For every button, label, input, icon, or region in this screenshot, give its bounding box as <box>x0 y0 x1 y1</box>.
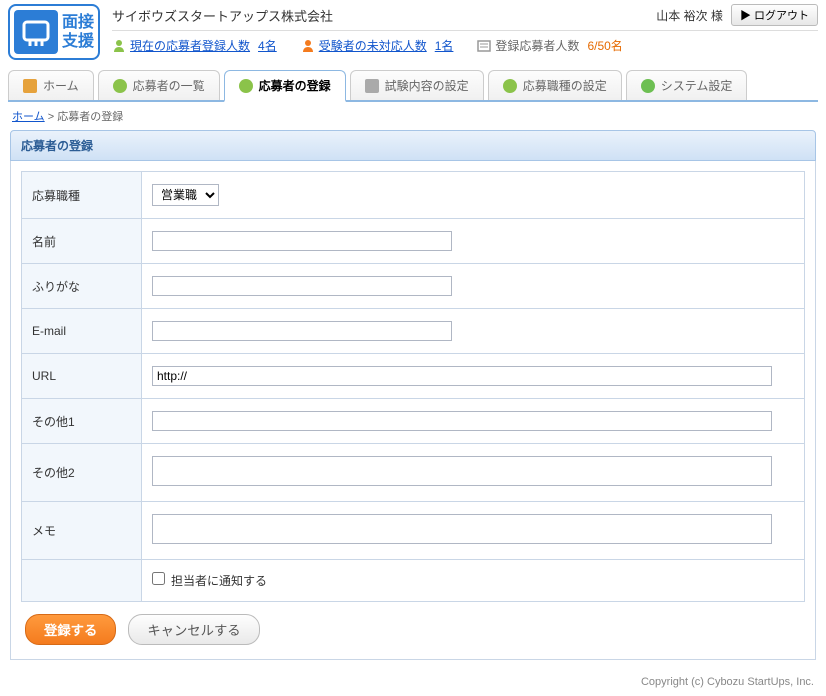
tab-exam-settings[interactable]: 試験内容の設定 <box>350 70 484 100</box>
person-icon <box>112 39 126 53</box>
tab-applicant-register[interactable]: 応募者の登録 <box>224 70 346 102</box>
stat-capacity: 登録応募者人数 6/50名 <box>477 37 622 54</box>
list-icon <box>477 39 491 53</box>
kana-input[interactable] <box>152 276 452 296</box>
label-other1: その他1 <box>22 399 142 444</box>
notify-checkbox[interactable] <box>152 572 165 585</box>
stat-pending: 受験者の未対応人数 1名 <box>301 37 454 54</box>
notify-label[interactable]: 担当者に通知する <box>152 574 267 588</box>
cancel-button[interactable]: キャンセルする <box>128 614 259 645</box>
job-select[interactable]: 営業職 <box>152 184 219 206</box>
stat-current: 現在の応募者登録人数 4名 <box>112 37 277 54</box>
tab-applicant-list[interactable]: 応募者の一覧 <box>98 70 220 100</box>
label-other2: その他2 <box>22 444 142 502</box>
stat-capacity-label: 登録応募者人数 <box>495 37 579 54</box>
tabbar: ホーム 応募者の一覧 応募者の登録 試験内容の設定 応募職種の設定 システム設定 <box>8 70 818 102</box>
buttonbar: 登録する キャンセルする <box>25 614 805 645</box>
footer: Copyright (c) Cybozu StartUps, Inc. <box>0 676 814 688</box>
logo-text-1: 面接 <box>62 13 94 32</box>
label-job: 応募職種 <box>22 172 142 219</box>
header: 面接 支援 サイボウズスタートアップス株式会社 山本 裕次 様 ▶ ログアウト … <box>0 0 826 60</box>
panel: 応募者の登録 応募職種 営業職 名前 ふりがな E-mail URL <box>10 130 816 660</box>
label-memo: メモ <box>22 502 142 560</box>
form-table: 応募職種 営業職 名前 ふりがな E-mail URL その他1 <box>21 171 805 602</box>
company-name: サイボウズスタートアップス株式会社 <box>112 6 656 25</box>
panel-title: 応募者の登録 <box>10 130 816 161</box>
url-input[interactable] <box>152 366 772 386</box>
logo: 面接 支援 <box>8 4 100 60</box>
logout-button[interactable]: ▶ ログアウト <box>731 4 818 26</box>
label-notify <box>22 560 142 602</box>
briefcase-icon <box>503 79 517 93</box>
label-url: URL <box>22 354 142 399</box>
home-icon <box>23 79 37 93</box>
stat-capacity-value: 6/50名 <box>587 37 622 54</box>
gear-icon <box>641 79 655 93</box>
stat-pending-link[interactable]: 受験者の未対応人数 <box>319 37 427 54</box>
person-alert-icon <box>301 39 315 53</box>
username: 山本 裕次 様 <box>656 7 723 24</box>
breadcrumb-home[interactable]: ホーム <box>12 111 45 123</box>
other1-input[interactable] <box>152 411 772 431</box>
submit-button[interactable]: 登録する <box>25 614 116 645</box>
logo-icon <box>14 10 58 54</box>
document-icon <box>365 79 379 93</box>
tab-job-settings[interactable]: 応募職種の設定 <box>488 70 622 100</box>
name-input[interactable] <box>152 231 452 251</box>
person-add-icon <box>239 79 253 93</box>
logo-text-2: 支援 <box>62 32 94 51</box>
tab-system-settings[interactable]: システム設定 <box>626 70 748 100</box>
tab-home[interactable]: ホーム <box>8 70 94 100</box>
person-icon <box>113 79 127 93</box>
label-email: E-mail <box>22 309 142 354</box>
stat-pending-count[interactable]: 1名 <box>435 37 454 54</box>
stat-current-link[interactable]: 現在の応募者登録人数 <box>130 37 250 54</box>
label-kana: ふりがな <box>22 264 142 309</box>
breadcrumb: ホーム > 応募者の登録 <box>12 108 814 124</box>
email-input[interactable] <box>152 321 452 341</box>
stat-current-count[interactable]: 4名 <box>258 37 277 54</box>
memo-input[interactable] <box>152 514 772 544</box>
label-name: 名前 <box>22 219 142 264</box>
breadcrumb-current: 応募者の登録 <box>57 111 123 123</box>
other2-input[interactable] <box>152 456 772 486</box>
